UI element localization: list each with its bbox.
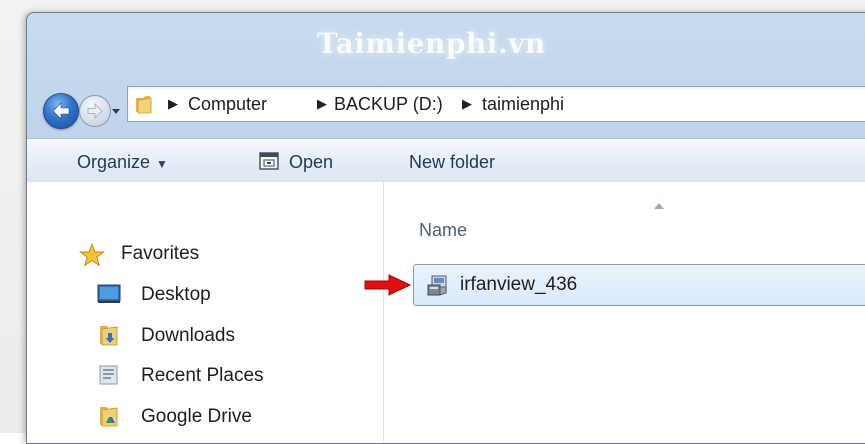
organize-label: Organize [77,152,151,172]
navigation-row: ▶ Computer ▶ BACKUP (D:) ▶ taimienphi [27,86,865,129]
recent-pages-dropdown-icon[interactable] [111,106,121,116]
command-toolbar: Organize ▼ Open New folder [27,138,865,183]
nav-item-downloads[interactable]: Downloads [141,324,235,348]
breadcrumb-separator-icon[interactable]: ▶ [317,97,327,112]
nav-item-desktop[interactable]: Desktop [141,283,211,307]
back-arrow-icon [52,102,70,120]
breadcrumb-taimienphi[interactable]: taimienphi [482,93,564,115]
address-bar[interactable]: ▶ Computer ▶ BACKUP (D:) ▶ taimienphi [127,86,865,122]
installer-icon [427,275,447,296]
back-button[interactable] [43,93,79,129]
folder-icon [136,96,152,114]
desktop-icon [97,284,121,303]
nav-item-recent-places[interactable]: Recent Places [141,364,264,388]
forward-button[interactable] [79,95,111,127]
sort-ascending-icon [654,203,664,209]
new-folder-button[interactable]: New folder [409,151,495,173]
annotation-arrow-icon [364,274,412,296]
google-drive-folder-icon [100,407,118,427]
breadcrumb-separator-icon[interactable]: ▶ [168,97,178,112]
open-button[interactable]: Open [289,151,333,173]
breadcrumb-backup-drive[interactable]: BACKUP (D:) [334,93,443,115]
column-header-name[interactable]: Name [419,219,467,241]
watermark-text: Taimienphi.vn [317,27,546,60]
content-area: Favorites Desktop Downloads Recent Place… [27,182,865,443]
file-row-irfanview[interactable]: irfanview_436 [413,264,865,306]
favorites-star-icon [79,242,105,267]
favorites-header[interactable]: Favorites [121,242,199,266]
explorer-window: Taimienphi.vn ▶ Computer ▶ BACKUP (D:) ▶ [26,12,865,444]
forward-arrow-icon [87,103,103,119]
breadcrumb-separator-icon[interactable]: ▶ [462,97,472,112]
organize-button[interactable]: Organize ▼ [77,151,168,175]
chevron-down-icon: ▼ [156,157,168,171]
nav-item-google-drive[interactable]: Google Drive [141,405,252,429]
file-name-label: irfanview_436 [460,274,578,295]
recent-places-icon [99,365,118,385]
navigation-pane: Favorites Desktop Downloads Recent Place… [27,182,384,443]
breadcrumb-computer[interactable]: Computer [188,93,267,115]
open-icon[interactable] [259,152,279,170]
downloads-folder-icon [100,326,118,346]
